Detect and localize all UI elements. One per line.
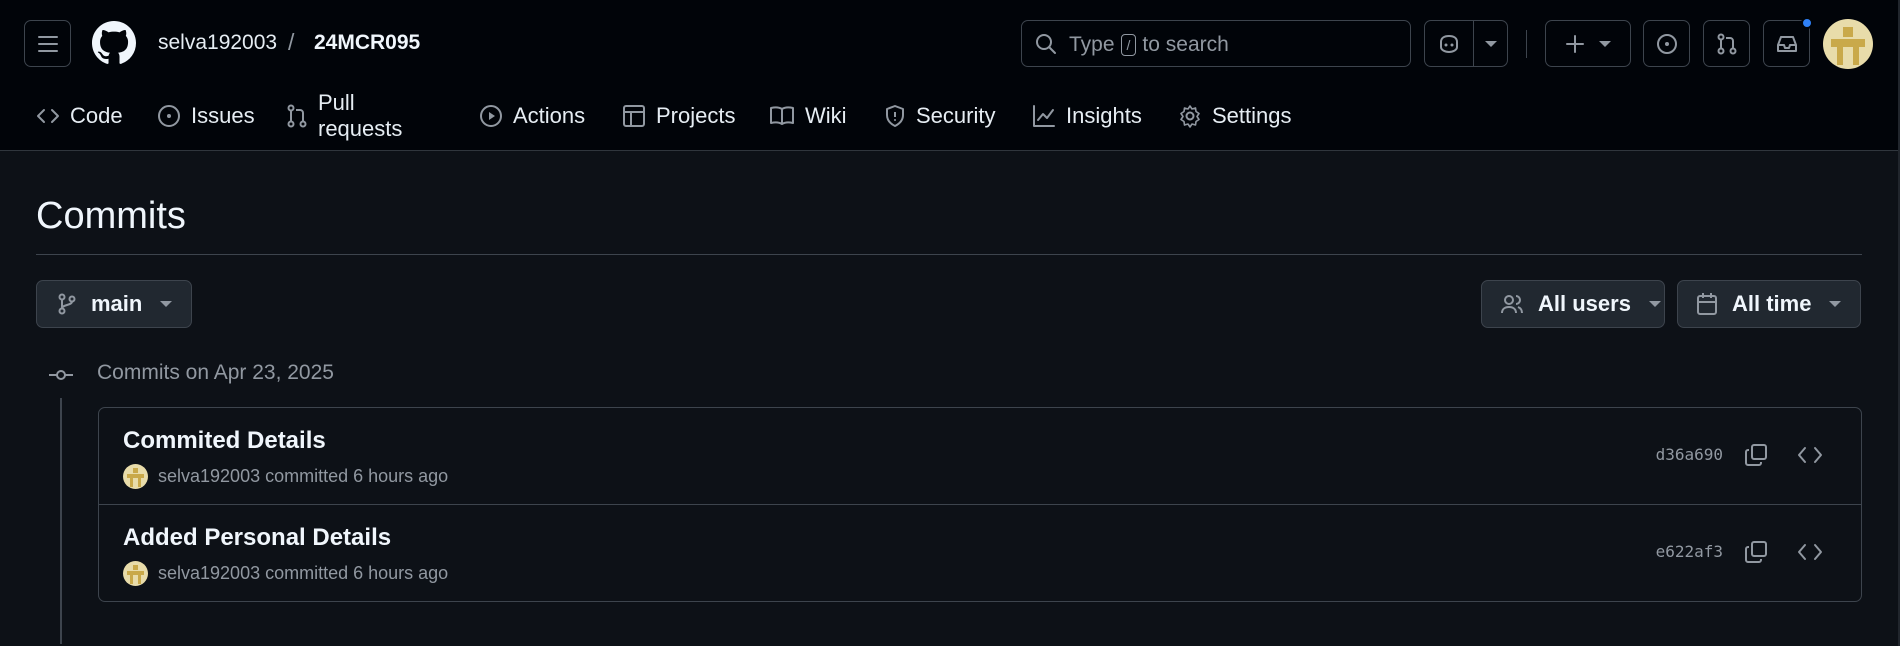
tab-actions[interactable]: Actions	[479, 96, 585, 136]
repo-owner-link[interactable]: selva192003	[158, 31, 277, 55]
pull-requests-button[interactable]	[1703, 20, 1750, 67]
copilot-button[interactable]	[1424, 20, 1474, 67]
code-icon	[1797, 445, 1823, 465]
commit-sha-link[interactable]: d36a690	[1656, 445, 1723, 464]
copy-icon	[1744, 443, 1768, 467]
tab-security-label: Security	[916, 103, 996, 128]
tab-actions-label: Actions	[513, 103, 586, 128]
commit-list: Commited Details selva192003 committed 6…	[98, 407, 1862, 602]
hamburger-icon	[37, 35, 59, 53]
tab-wiki[interactable]: Wiki	[769, 96, 847, 136]
breadcrumb-separator: /	[288, 29, 295, 55]
copy-sha-button[interactable]	[1739, 438, 1773, 472]
code-icon	[1797, 542, 1823, 562]
copilot-dropdown-button[interactable]	[1473, 20, 1508, 67]
page-title: Commits	[36, 195, 186, 237]
browse-files-button[interactable]	[1793, 438, 1827, 472]
tab-insights[interactable]: Insights	[1032, 96, 1142, 136]
calendar-icon	[1696, 292, 1718, 316]
tab-settings-label: Settings	[1212, 103, 1292, 128]
chevron-down-icon	[1648, 301, 1661, 307]
branch-select-button[interactable]: main	[36, 280, 192, 328]
graph-icon	[1032, 104, 1056, 128]
author-avatar[interactable]	[123, 464, 148, 489]
title-divider	[36, 254, 1862, 255]
time-filter-button[interactable]: All time	[1677, 280, 1861, 328]
commit-title-link[interactable]: Commited Details	[123, 427, 326, 455]
chevron-down-icon	[1829, 301, 1842, 307]
table-icon	[622, 104, 646, 128]
chevron-down-icon	[1484, 40, 1497, 47]
app-header: selva192003 / 24MCR095 Type / to search	[0, 0, 1900, 151]
tab-wiki-label: Wiki	[805, 103, 847, 128]
browse-files-button[interactable]	[1793, 535, 1827, 569]
tab-settings[interactable]: Settings	[1178, 96, 1292, 136]
github-logo-icon[interactable]	[92, 21, 136, 65]
tab-code-label: Code	[70, 103, 123, 128]
copy-icon	[1744, 540, 1768, 564]
tab-projects-label: Projects	[656, 103, 736, 128]
search-suffix: to search	[1142, 33, 1229, 56]
tab-pull-requests-label: Pull requests	[318, 90, 403, 141]
chevron-down-icon	[1599, 40, 1611, 47]
timeline-line	[60, 398, 62, 644]
commit-title-link[interactable]: Added Personal Details	[123, 524, 391, 552]
inbox-icon	[1776, 34, 1798, 54]
search-shortcut-key: /	[1120, 34, 1137, 56]
tab-insights-label: Insights	[1066, 103, 1142, 128]
play-icon	[479, 104, 503, 128]
repo-name-link[interactable]: 24MCR095	[314, 31, 420, 55]
issue-icon	[157, 104, 181, 128]
user-avatar[interactable]	[1823, 19, 1873, 69]
author-avatar[interactable]	[123, 561, 148, 586]
notification-dot	[1801, 17, 1813, 29]
users-filter-button[interactable]: All users	[1481, 280, 1665, 328]
pull-request-icon	[286, 104, 308, 128]
people-icon	[1500, 293, 1524, 315]
search-prefix: Type	[1069, 33, 1115, 56]
gear-icon	[1178, 104, 1202, 128]
tab-issues-label: Issues	[191, 103, 255, 128]
search-icon	[1035, 33, 1057, 55]
menu-button[interactable]	[24, 20, 71, 67]
create-new-button[interactable]	[1545, 20, 1631, 67]
tab-projects[interactable]: Projects	[622, 96, 735, 136]
time-filter-label: All time	[1732, 291, 1812, 316]
commit-sha-link[interactable]: e622af3	[1656, 542, 1723, 561]
issue-icon	[1656, 33, 1678, 55]
git-commit-icon	[48, 365, 74, 385]
commit-meta: selva192003 committed 6 hours ago	[123, 464, 448, 489]
avatar-pattern-icon	[1823, 19, 1873, 69]
commit-group-date: Commits on Apr 23, 2025	[97, 361, 334, 384]
pull-request-icon	[1716, 33, 1738, 55]
git-branch-icon	[57, 293, 77, 315]
tab-issues[interactable]: Issues	[157, 96, 255, 136]
commit-time: committed 6 hours ago	[265, 563, 449, 583]
commit-row: Added Personal Details selva192003 commi…	[99, 504, 1861, 600]
code-icon	[36, 105, 60, 127]
header-divider	[1526, 30, 1527, 58]
commit-row: Commited Details selva192003 committed 6…	[99, 408, 1861, 504]
branch-name: main	[91, 291, 143, 316]
plus-icon	[1565, 34, 1585, 54]
commit-author-link[interactable]: selva192003	[158, 563, 260, 584]
users-filter-label: All users	[1538, 291, 1631, 316]
tab-code[interactable]: Code	[36, 96, 123, 136]
commit-author-link[interactable]: selva192003	[158, 466, 260, 487]
copy-sha-button[interactable]	[1739, 535, 1773, 569]
search-input[interactable]: Type / to search	[1021, 20, 1411, 67]
commit-meta: selva192003 committed 6 hours ago	[123, 561, 448, 586]
commit-time: committed 6 hours ago	[265, 466, 449, 486]
book-icon	[769, 105, 795, 127]
tab-security[interactable]: Security	[884, 96, 995, 136]
issues-button[interactable]	[1643, 20, 1690, 67]
shield-icon	[884, 104, 906, 128]
copilot-icon	[1437, 33, 1461, 55]
search-placeholder: Type / to search	[1069, 33, 1229, 57]
chevron-down-icon	[160, 301, 173, 307]
tab-pull-requests[interactable]: Pull requests	[286, 90, 402, 141]
